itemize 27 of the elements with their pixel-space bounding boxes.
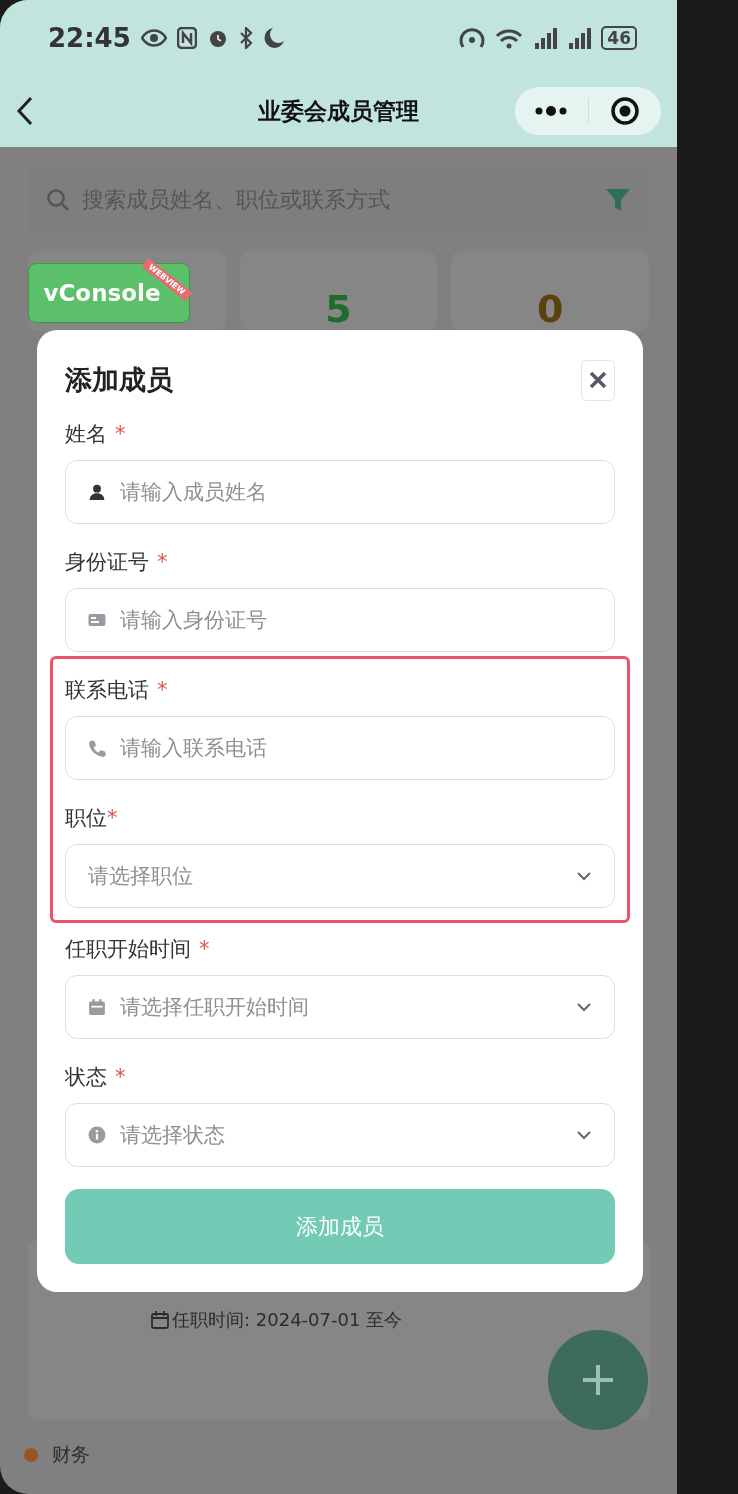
term-text: 任职时间: 2024-07-01 至今 bbox=[172, 1308, 403, 1332]
dialog-title: 添加成员 bbox=[65, 363, 173, 397]
input-field[interactable]: 请输入联系电话 bbox=[65, 716, 615, 780]
stat-value: 0 bbox=[536, 287, 564, 331]
field-label: 职位 bbox=[65, 805, 107, 832]
field-label: 状态 bbox=[65, 1064, 107, 1091]
battery-indicator: 46 bbox=[601, 25, 637, 50]
page-title: 业委会成员管理 bbox=[258, 97, 419, 124]
required-mark: * bbox=[115, 422, 126, 446]
input-field[interactable]: 请输入身份证号 bbox=[65, 588, 615, 652]
field-label: 身份证号 bbox=[65, 549, 149, 576]
status-time: 22:45 bbox=[48, 22, 131, 53]
select-field[interactable]: 请选择职位 bbox=[65, 844, 615, 908]
submit-button[interactable]: 添加成员 bbox=[65, 1189, 615, 1264]
required-mark: * bbox=[199, 937, 210, 961]
required-mark: * bbox=[107, 806, 118, 830]
required-mark: * bbox=[157, 550, 168, 574]
input-field[interactable]: 请输入成员姓名 bbox=[65, 460, 615, 524]
legend-label: 财务 bbox=[52, 1442, 90, 1467]
required-mark: * bbox=[157, 678, 168, 702]
field-label: 联系电话 bbox=[65, 677, 149, 704]
field-label: 任职开始时间 bbox=[65, 936, 191, 963]
field-label: 姓名 bbox=[65, 421, 107, 448]
select-field[interactable]: 请选择任职开始时间 bbox=[65, 975, 615, 1039]
select-field[interactable]: 请选择状态 bbox=[65, 1103, 615, 1167]
required-mark: * bbox=[115, 1065, 126, 1089]
stat-value: 5 bbox=[325, 287, 352, 331]
